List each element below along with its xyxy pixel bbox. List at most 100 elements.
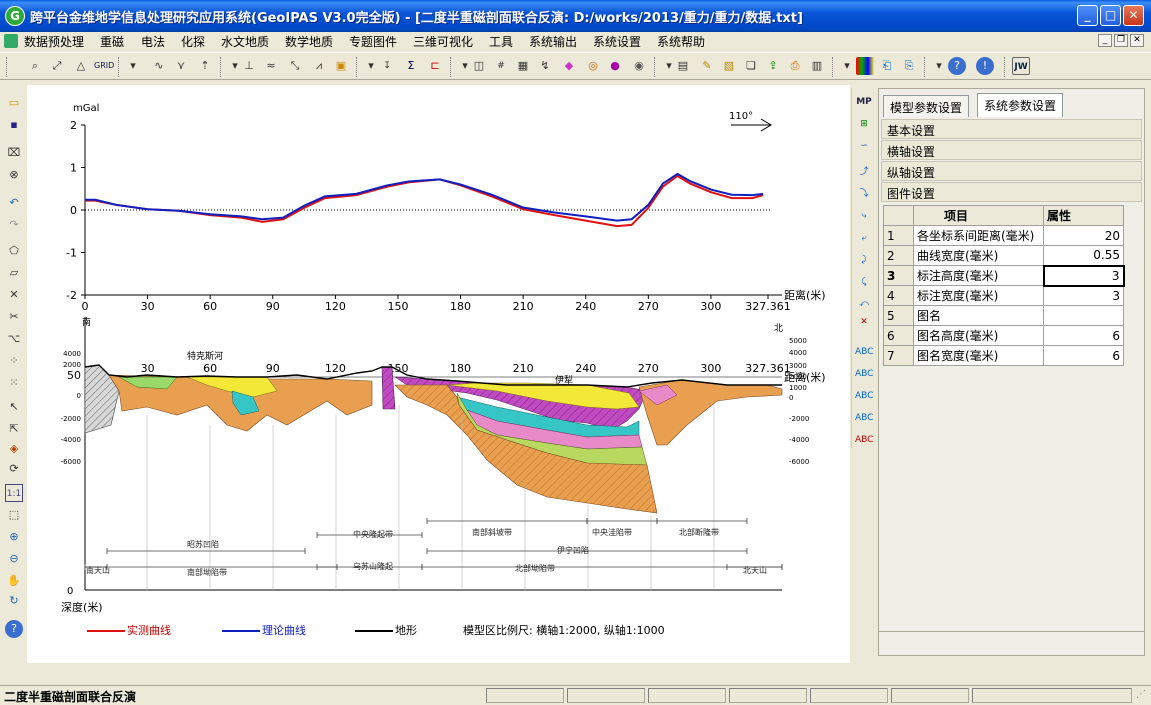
move-label-icon[interactable]: ABC	[855, 366, 873, 382]
undo-icon[interactable]: ↶	[5, 194, 23, 212]
plot-canvas[interactable]: mGal 2 1 0 -1 -2 0 30 60 90 120 150 180 210 240 270 30…	[27, 85, 850, 663]
tree-icon[interactable]: ⊞	[855, 116, 873, 132]
menu-item-mathgeo[interactable]: 数学地质	[285, 33, 333, 50]
split-icon[interactable]: ⌥	[5, 330, 23, 348]
doc-icon[interactable]	[4, 34, 18, 48]
pan-hand-icon[interactable]: ✋	[5, 572, 23, 590]
edit-point-icon[interactable]: ⤶	[855, 230, 873, 246]
nodes-icon[interactable]: ⁘	[5, 352, 23, 370]
info-icon[interactable]: !	[976, 57, 994, 75]
wave-icon[interactable]: ⩘	[310, 57, 328, 75]
globe-icon[interactable]: ◉	[630, 57, 648, 75]
frame-icon[interactable]: ◫	[470, 57, 488, 75]
zoom-out-icon[interactable]: ⊖	[5, 550, 23, 568]
redo-icon[interactable]: ↷	[5, 216, 23, 234]
color-grid-icon[interactable]	[856, 57, 874, 75]
mdi-restore-button[interactable]: ❐	[1114, 34, 1128, 47]
filter-icon[interactable]: ⋎	[172, 57, 190, 75]
delete-label-icon[interactable]: ABC	[855, 432, 873, 448]
cross-edit-icon[interactable]: ✕	[5, 286, 23, 304]
save-page-icon[interactable]: ⎘	[900, 57, 918, 75]
table-row[interactable]: 2 曲线宽度(毫米) 0.55	[883, 245, 1124, 266]
menu-item-electric[interactable]: 电法	[141, 33, 165, 50]
numbers-icon[interactable]: #	[492, 57, 510, 75]
dropdown-icon[interactable]: ▾	[838, 57, 856, 75]
section-basic[interactable]: 基本设置	[881, 119, 1142, 139]
transform-icon[interactable]: ⤡	[286, 57, 304, 75]
dropdown-icon[interactable]: ▾	[930, 57, 948, 75]
table-row[interactable]: 4 标注宽度(毫米) 3	[883, 285, 1124, 306]
curve-edit-icon[interactable]: ⤢	[48, 57, 66, 75]
table-row[interactable]: 6 图名高度(毫米) 6	[883, 325, 1124, 346]
rotate-label-icon[interactable]: ABC	[855, 410, 873, 426]
fit-window-icon[interactable]: ⬚	[5, 506, 23, 524]
histogram-icon[interactable]: ↯	[536, 57, 554, 75]
mp-icon[interactable]: MP	[855, 94, 873, 110]
menu-item-geochem[interactable]: 化探	[181, 33, 205, 50]
parallelogram-icon[interactable]: ▱	[5, 264, 23, 282]
app-logo-icon[interactable]: G	[5, 6, 25, 26]
row-value-input[interactable]: 6	[1043, 345, 1124, 366]
insert-point-icon[interactable]: ⤷	[855, 208, 873, 224]
line-chart-icon[interactable]: ≈	[262, 57, 280, 75]
row-value-input[interactable]: 0.55	[1043, 245, 1124, 266]
sigma-icon[interactable]: Σ	[402, 57, 420, 75]
section-figure[interactable]: 图件设置	[881, 182, 1142, 202]
zoom-profile-icon[interactable]: ⌕	[26, 57, 44, 75]
palette-icon[interactable]: ●	[606, 57, 624, 75]
row-value-input[interactable]: 6	[1043, 325, 1124, 346]
one-to-one-icon[interactable]: 1:1	[5, 484, 23, 502]
delete-doc-icon[interactable]: ⌧	[5, 144, 23, 162]
scissor-icon[interactable]: ✂	[5, 308, 23, 326]
section-x-axis[interactable]: 横轴设置	[881, 140, 1142, 160]
menu-item-thematic[interactable]: 专题图件	[349, 33, 397, 50]
copy-icon[interactable]: ❏	[742, 57, 760, 75]
spline-icon[interactable]: ∿	[150, 57, 168, 75]
move-icon[interactable]: ⇱	[5, 420, 23, 438]
import-icon[interactable]: ⎗	[878, 57, 896, 75]
jw-logo-icon[interactable]: JW	[1012, 57, 1030, 75]
menu-item-output[interactable]: 系统输出	[529, 33, 577, 50]
open-file-icon[interactable]: ▭	[5, 94, 23, 112]
document-icon[interactable]: ▤	[674, 57, 692, 75]
help-icon[interactable]: ?	[5, 620, 23, 638]
color-map-icon[interactable]: ◆	[560, 57, 578, 75]
menu-item-gravmag[interactable]: 重磁	[100, 33, 124, 50]
row-value-input[interactable]: 20	[1043, 225, 1124, 246]
row-value-input-active[interactable]: 3	[1042, 264, 1125, 287]
save-icon[interactable]: ▪	[5, 116, 23, 134]
table-row[interactable]: 7 图名宽度(毫米) 6	[883, 345, 1124, 366]
table-row[interactable]: 5 图名	[883, 305, 1124, 326]
select-arrow-icon[interactable]: ↖	[5, 398, 23, 416]
up-arrow-icon[interactable]: ⇡	[196, 57, 214, 75]
delete-point-icon[interactable]: ✕	[855, 314, 873, 330]
add-label-icon[interactable]: ABC	[855, 344, 873, 360]
menu-item-hydro[interactable]: 水文地质	[221, 33, 269, 50]
add-point-icon[interactable]: ⤴	[855, 164, 873, 180]
edit-label-icon[interactable]: ABC	[855, 388, 873, 404]
delete-layer-icon[interactable]: ⊗	[5, 166, 23, 184]
section-y-axis[interactable]: 纵轴设置	[881, 161, 1142, 181]
zoom-in-icon[interactable]: ⊕	[5, 528, 23, 546]
resize-grip-icon[interactable]: ⋰	[1136, 689, 1146, 700]
circles-icon[interactable]: ◎	[584, 57, 602, 75]
menu-item-help[interactable]: 系统帮助	[657, 33, 705, 50]
minimize-button[interactable]: _	[1077, 5, 1098, 26]
profile-plot[interactable]: mGal 210-1-2 0 30 60 90 120 150 180 210 240 270 30…	[27, 85, 850, 663]
polygon-icon[interactable]: ⬠	[5, 242, 23, 260]
curve-icon[interactable]: ∽	[855, 138, 873, 154]
table-icon[interactable]: ▦	[514, 57, 532, 75]
triangle-icon[interactable]: △	[72, 57, 90, 75]
refresh-icon[interactable]: ↻	[5, 592, 23, 610]
row-value-input[interactable]	[1043, 305, 1124, 326]
menu-item-tools[interactable]: 工具	[489, 33, 513, 50]
help-icon[interactable]: ?	[948, 57, 966, 75]
export-icon[interactable]: ⇪	[764, 57, 782, 75]
merge-point-icon[interactable]: ⤺	[855, 296, 873, 312]
tab-model-params[interactable]: 模型参数设置	[883, 95, 970, 117]
vertices-icon[interactable]: ⁙	[5, 374, 23, 392]
tab-system-params[interactable]: 系统参数设置	[977, 93, 1064, 117]
dropdown-icon[interactable]: ▾	[124, 57, 142, 75]
select-point-icon[interactable]: ⤸	[855, 252, 873, 268]
row-value-input[interactable]: 3	[1043, 285, 1124, 306]
